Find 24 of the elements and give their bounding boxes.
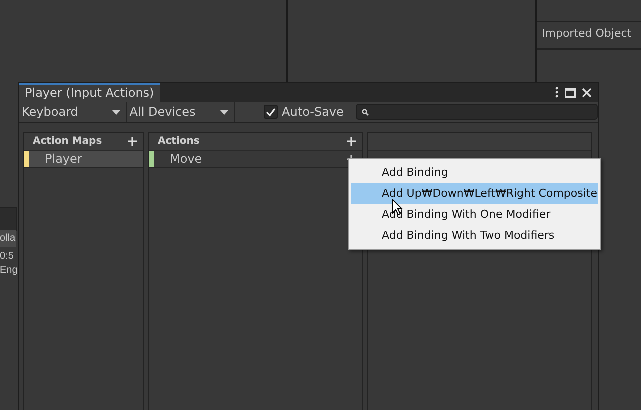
side-text: Eng — [0, 265, 18, 276]
side-field[interactable] — [0, 207, 17, 231]
window-tab[interactable]: Player (Input Actions) — [19, 83, 160, 102]
pane-title: Action Maps — [33, 136, 102, 147]
auto-save-checkbox[interactable] — [264, 105, 278, 119]
control-scheme-dropdown[interactable]: Keyboard — [19, 102, 127, 122]
caret-icon — [112, 110, 121, 114]
maximize-icon[interactable] — [565, 88, 576, 98]
caret-icon — [220, 110, 229, 114]
search-icon — [362, 108, 369, 116]
more-icon[interactable] — [555, 87, 559, 98]
device-dropdown[interactable]: All Devices — [126, 102, 235, 122]
add-icon[interactable] — [347, 137, 356, 146]
close-icon[interactable] — [582, 88, 592, 98]
inspector-label: Imported Object — [542, 27, 632, 40]
menu-item[interactable]: Add Up₩Down₩Left₩Right Composite — [351, 183, 598, 204]
search-field[interactable] — [356, 104, 598, 120]
list-item[interactable]: Player — [24, 151, 143, 168]
pane-title: Actions — [158, 136, 200, 147]
add-icon[interactable] — [128, 137, 137, 146]
menu-item[interactable]: Add Binding With Two Modifiers — [351, 225, 598, 246]
side-text: olla — [0, 230, 16, 247]
auto-save-label: Auto-Save — [282, 105, 344, 119]
side-text: 0:5 — [0, 251, 14, 262]
